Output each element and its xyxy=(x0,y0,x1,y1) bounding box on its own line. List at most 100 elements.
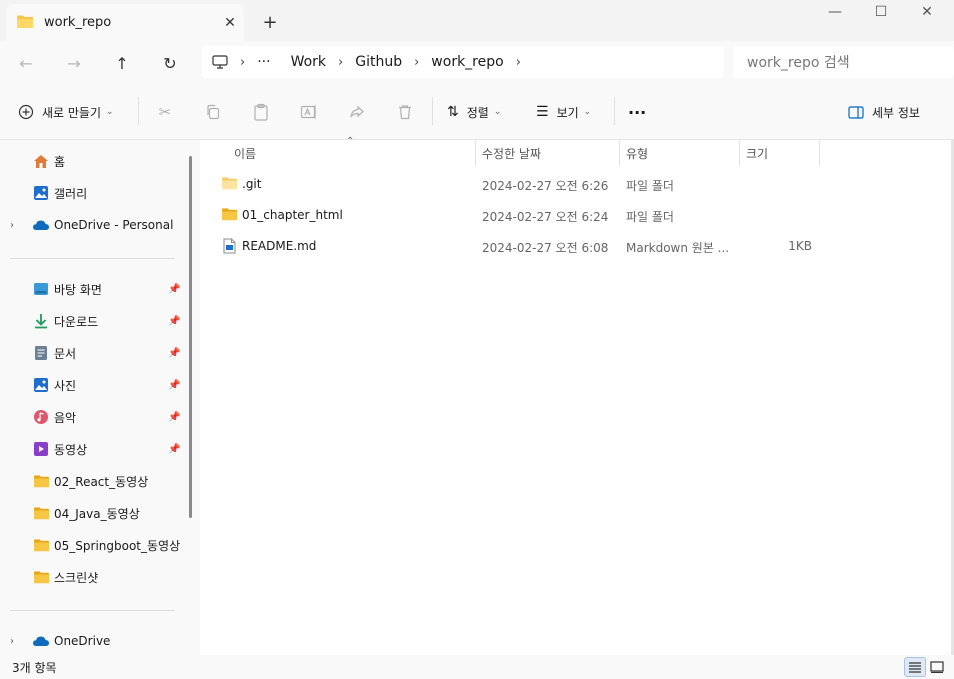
sidebar-item-label: OneDrive xyxy=(54,634,111,648)
sidebar-item-desktop[interactable]: 바탕 화면 📌 xyxy=(0,275,185,303)
details-view-button[interactable] xyxy=(904,657,926,677)
breadcrumb-work[interactable]: Work xyxy=(291,54,326,70)
file-type: Markdown 원본 ... xyxy=(626,241,730,255)
sidebar-item-videos[interactable]: 동영상 📌 xyxy=(0,435,185,463)
up-button[interactable]: ↑ xyxy=(108,49,136,77)
pin-icon[interactable]: 📌 xyxy=(168,380,180,391)
chevron-right-icon[interactable]: › xyxy=(10,636,14,647)
pin-icon[interactable]: 📌 xyxy=(168,444,180,455)
sidebar-item-pictures[interactable]: 사진 📌 xyxy=(0,371,185,399)
column-header-date[interactable]: 수정한 날짜 xyxy=(482,140,541,166)
sidebar-item-music[interactable]: 음악 📌 xyxy=(0,403,185,431)
maximize-button[interactable]: ☐ xyxy=(858,0,904,24)
command-bar: 새로 만들기 ⌄ ✂ ⇅ 정렬 ⌄ ☰ 보기 ⌄ ··· 세부 정보 xyxy=(0,83,954,140)
markdown-file-icon xyxy=(223,238,236,257)
download-icon xyxy=(32,312,50,330)
sidebar-item-label: 04_Java_동영상 xyxy=(54,506,140,521)
pin-icon[interactable]: 📌 xyxy=(168,412,180,423)
view-button[interactable]: ☰ 보기 ⌄ xyxy=(536,99,591,125)
details-pane-button[interactable]: 세부 정보 xyxy=(848,99,920,125)
back-button[interactable]: ← xyxy=(12,49,40,77)
search-input[interactable]: work_repo 검색 xyxy=(733,46,954,78)
sidebar-scrollbar[interactable] xyxy=(189,156,192,518)
column-header-type[interactable]: 유형 xyxy=(626,140,648,166)
view-button-label: 보기 xyxy=(556,105,579,120)
sidebar-item-folder[interactable]: 05_Springboot_동영상 xyxy=(0,531,185,559)
file-row[interactable]: README.md 2024-02-27 오전 6:08 Markdown 원본… xyxy=(200,232,820,262)
sidebar-item-folder[interactable]: 04_Java_동영상 xyxy=(0,499,185,527)
new-tab-button[interactable]: + xyxy=(256,8,284,36)
gallery-icon xyxy=(32,184,50,202)
sidebar-item-label: OneDrive - Personal xyxy=(54,218,174,232)
sidebar-item-folder[interactable]: 스크린샷 xyxy=(0,563,185,591)
rename-icon[interactable] xyxy=(298,101,320,123)
share-icon[interactable] xyxy=(346,101,368,123)
chevron-right-icon[interactable]: › xyxy=(10,220,14,231)
folder-icon xyxy=(32,536,50,554)
pin-icon[interactable]: 📌 xyxy=(168,284,180,295)
sidebar-item-label: 홈 xyxy=(54,154,66,169)
details-pane-label: 세부 정보 xyxy=(872,105,920,120)
sidebar-item-folder[interactable]: 02_React_동영상 xyxy=(0,467,185,495)
sidebar-item-onedrive[interactable]: › OneDrive xyxy=(0,627,185,655)
sidebar-item-label: 음악 xyxy=(54,410,77,425)
folder-icon xyxy=(16,14,34,32)
picture-icon xyxy=(32,376,50,394)
sidebar-item-downloads[interactable]: 다운로드 📌 xyxy=(0,307,185,335)
close-tab-icon[interactable]: ✕ xyxy=(216,9,244,37)
folder-icon xyxy=(32,504,50,522)
forward-button[interactable]: → xyxy=(60,49,88,77)
breadcrumb-github[interactable]: Github xyxy=(355,54,402,70)
sidebar-item-gallery[interactable]: 갤러리 xyxy=(0,179,185,207)
sidebar-item-label: 05_Springboot_동영상 xyxy=(54,538,181,553)
computer-icon[interactable] xyxy=(212,55,228,69)
file-date: 2024-02-27 오전 6:26 xyxy=(482,179,609,193)
minimize-button[interactable]: — xyxy=(812,0,858,24)
close-window-button[interactable]: ✕ xyxy=(904,0,950,24)
chevron-down-icon: ⌄ xyxy=(583,107,592,117)
sidebar-item-documents[interactable]: 문서 📌 xyxy=(0,339,185,367)
sidebar-item-label: 동영상 xyxy=(54,442,88,457)
breadcrumb-more[interactable]: ··· xyxy=(257,54,270,70)
sort-button[interactable]: ⇅ 정렬 ⌄ xyxy=(447,99,501,125)
column-divider[interactable] xyxy=(619,140,620,166)
copy-icon[interactable] xyxy=(202,101,224,123)
sort-button-label: 정렬 xyxy=(466,105,489,120)
column-divider[interactable] xyxy=(475,140,476,166)
refresh-button[interactable]: ↻ xyxy=(156,49,184,77)
sidebar-item-home[interactable]: 홈 xyxy=(0,147,185,175)
file-row[interactable]: .git 2024-02-27 오전 6:26 파일 폴더 xyxy=(200,170,820,200)
sidebar-item-label: 문서 xyxy=(54,346,77,361)
file-size: 1KB xyxy=(788,239,812,253)
file-row[interactable]: 01_chapter_html 2024-02-27 오전 6:24 파일 폴더 xyxy=(200,201,820,231)
tab-work-repo[interactable]: work_repo ✕ xyxy=(6,4,244,41)
music-icon xyxy=(32,408,50,426)
chevron-down-icon: ⌄ xyxy=(106,107,114,117)
pin-icon[interactable]: 📌 xyxy=(168,316,180,327)
breadcrumb[interactable]: › ··· Work › Github › work_repo › xyxy=(202,46,724,78)
chevron-down-icon: ⌄ xyxy=(493,107,502,117)
file-name: 01_chapter_html xyxy=(242,208,343,222)
folder-icon xyxy=(221,207,238,224)
breadcrumb-separator[interactable]: › xyxy=(414,55,419,70)
paste-icon[interactable] xyxy=(250,101,272,123)
new-button[interactable]: 새로 만들기 ⌄ xyxy=(18,99,114,125)
column-header-name[interactable]: 이름 xyxy=(234,140,256,166)
details-view-icon xyxy=(908,661,922,673)
breadcrumb-separator[interactable]: › xyxy=(240,55,245,70)
column-divider[interactable] xyxy=(819,140,820,166)
sidebar-item-label: 스크린샷 xyxy=(54,570,99,585)
breadcrumb-work-repo[interactable]: work_repo xyxy=(431,54,503,70)
column-divider[interactable] xyxy=(739,140,740,166)
tiles-view-button[interactable] xyxy=(926,657,948,677)
cut-icon[interactable]: ✂ xyxy=(154,101,176,123)
delete-icon[interactable] xyxy=(394,101,416,123)
title-bar: work_repo ✕ + — ☐ ✕ xyxy=(0,0,954,41)
column-header-size[interactable]: 크기 xyxy=(746,140,768,166)
more-options-button[interactable]: ··· xyxy=(628,99,646,125)
file-type: 파일 폴더 xyxy=(626,210,674,224)
breadcrumb-separator[interactable]: › xyxy=(338,55,343,70)
breadcrumb-separator[interactable]: › xyxy=(516,55,521,70)
pin-icon[interactable]: 📌 xyxy=(168,348,180,359)
sidebar-item-onedrive-personal[interactable]: › OneDrive - Personal xyxy=(0,211,185,239)
